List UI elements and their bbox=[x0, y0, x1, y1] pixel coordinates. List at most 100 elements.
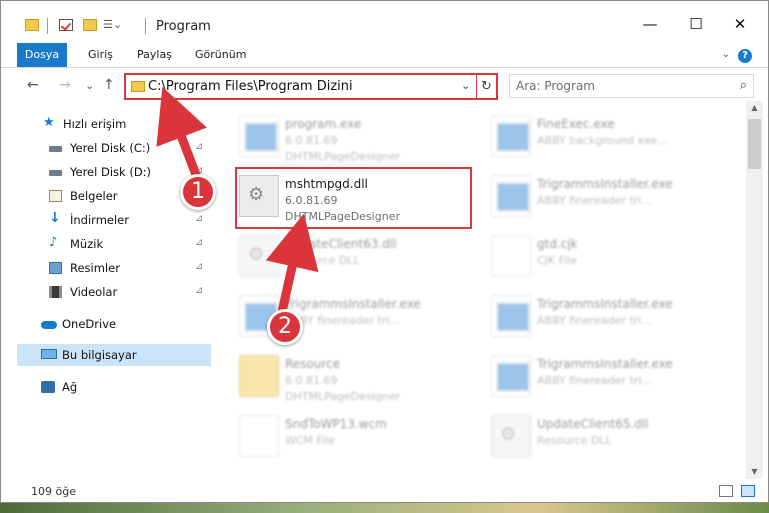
sidebar-item-network[interactable]: Ağ bbox=[17, 376, 211, 398]
file-item[interactable]: UpdateClient63.dll Resource DLL bbox=[229, 227, 479, 287]
search-box[interactable]: ⌕ bbox=[509, 74, 754, 98]
search-icon[interactable]: ⌕ bbox=[740, 78, 747, 93]
file-list: program.exe 6.0.81.69 DHTMLPageDesigner … bbox=[229, 101, 744, 471]
tab-home[interactable]: Giriş bbox=[88, 43, 113, 67]
sidebar-item-this-pc[interactable]: Bu bilgisayar bbox=[17, 344, 211, 366]
sidebar-item-disk-d[interactable]: Yerel Disk (D:) ⊿ bbox=[17, 161, 211, 183]
file-description: ABBY finereader tri... bbox=[537, 374, 652, 387]
sidebar-item-music[interactable]: ♪ Müzik ⊿ bbox=[17, 233, 211, 255]
sidebar-item-videos[interactable]: Videolar ⊿ bbox=[17, 281, 211, 303]
exe-icon bbox=[491, 295, 531, 337]
file-name: SndToWP13.wcm bbox=[285, 417, 387, 431]
file-item[interactable]: TrigrammsInstaller.exe ABBY finereader t… bbox=[481, 287, 731, 347]
network-icon bbox=[41, 381, 55, 393]
file-name: TrigrammsInstaller.exe bbox=[537, 297, 673, 311]
tiles-view-icon[interactable] bbox=[741, 485, 755, 497]
close-button[interactable]: ✕ bbox=[725, 11, 755, 37]
recent-locations-button[interactable]: ⌄ bbox=[85, 79, 94, 92]
file-icon bbox=[491, 235, 531, 277]
sidebar-item-onedrive[interactable]: OneDrive bbox=[17, 313, 211, 335]
address-path[interactable]: C:\Program Files\Program Dizini bbox=[148, 79, 353, 94]
forward-button[interactable]: → bbox=[59, 77, 71, 93]
file-item[interactable]: UpdateClient65.dll Resource DLL bbox=[481, 407, 731, 467]
file-description: DHTMLPageDesigner bbox=[285, 390, 400, 403]
pin-icon[interactable]: ⊿ bbox=[195, 213, 203, 224]
folder-icon bbox=[131, 81, 145, 92]
highlight-box bbox=[235, 167, 472, 229]
up-button[interactable]: ↑ bbox=[103, 77, 115, 93]
file-item[interactable]: TrigrammsInstaller.exe ABBY finereader t… bbox=[481, 347, 731, 407]
cloud-icon bbox=[41, 321, 57, 329]
scroll-down-icon[interactable]: ▼ bbox=[746, 465, 763, 479]
sidebar-item-pictures[interactable]: Resimler ⊿ bbox=[17, 257, 211, 279]
scroll-thumb[interactable] bbox=[748, 119, 761, 169]
window-title: Program bbox=[156, 19, 211, 34]
file-item[interactable]: SndToWP13.wcm WCM File bbox=[229, 407, 479, 467]
scroll-up-icon[interactable]: ▲ bbox=[746, 101, 763, 115]
help-icon[interactable]: ? bbox=[738, 49, 752, 63]
file-name: TrigrammsInstaller.exe bbox=[285, 297, 421, 311]
file-name: UpdateClient65.dll bbox=[537, 417, 649, 431]
file-item[interactable]: gtd.cjk CJK File bbox=[481, 227, 731, 287]
properties-icon[interactable] bbox=[59, 19, 73, 31]
file-version: 6.0.81.69 bbox=[285, 134, 338, 147]
address-bar[interactable]: C:\Program Files\Program Dizini ⌄ ↻ bbox=[124, 73, 498, 100]
pin-icon[interactable]: ⊿ bbox=[195, 237, 203, 248]
file-description: ABBY finereader tri... bbox=[537, 314, 652, 327]
file-item[interactable]: TrigrammsInstaller.exe ABBY finereader t… bbox=[481, 167, 731, 227]
step-badge-1: 1 bbox=[180, 174, 216, 210]
folder-icon bbox=[239, 355, 279, 397]
divider bbox=[1, 67, 768, 68]
tab-file[interactable]: Dosya bbox=[17, 43, 67, 67]
file-description: ABBY finereader tri... bbox=[537, 194, 652, 207]
tab-view[interactable]: Görünüm bbox=[195, 43, 246, 67]
back-button[interactable]: ← bbox=[27, 77, 39, 93]
file-description: CJK File bbox=[537, 254, 578, 267]
file-item[interactable]: TrigrammsInstaller.exe ABBY finereader t… bbox=[229, 287, 479, 347]
pin-icon[interactable]: ⊿ bbox=[195, 261, 203, 272]
star-icon: ★ bbox=[43, 115, 55, 130]
file-item[interactable]: FineExec.exe ABBY background exe... bbox=[481, 107, 731, 167]
vertical-scrollbar[interactable]: ▲ ▼ bbox=[746, 101, 763, 479]
sidebar-item-label: Bu bilgisayar bbox=[62, 348, 137, 362]
drive-icon bbox=[49, 146, 62, 152]
sidebar-item-label: Yerel Disk (C:) bbox=[70, 141, 151, 155]
file-name: UpdateClient63.dll bbox=[285, 237, 397, 251]
sidebar-item-quick-access[interactable]: ★ Hızlı erişim bbox=[17, 113, 211, 135]
sidebar-item-disk-c[interactable]: Yerel Disk (C:) ⊿ bbox=[17, 137, 211, 159]
chevron-down-icon[interactable]: ⌄ bbox=[461, 79, 470, 92]
pin-icon[interactable]: ⊿ bbox=[195, 141, 203, 152]
navigation-pane: ★ Hızlı erişim Yerel Disk (C:) ⊿ Yerel D… bbox=[17, 109, 211, 479]
exe-icon bbox=[491, 115, 531, 157]
dll-icon bbox=[491, 415, 531, 457]
sidebar-item-label: İndirmeler bbox=[70, 213, 129, 227]
ribbon-tabs: Dosya Giriş Paylaş Görünüm ⌄ ? bbox=[1, 43, 768, 67]
exe-icon bbox=[491, 355, 531, 397]
download-icon: ↓ bbox=[49, 210, 61, 226]
sidebar-item-label: Belgeler bbox=[70, 189, 118, 203]
search-input[interactable] bbox=[516, 78, 716, 94]
chevron-down-icon[interactable]: ⌄ bbox=[722, 49, 730, 60]
item-count: 109 öğe bbox=[31, 485, 76, 498]
details-view-icon[interactable] bbox=[719, 485, 733, 497]
customize-toolbar-icon[interactable]: ☰⌄ bbox=[103, 18, 122, 31]
sidebar-item-label: Hızlı erişim bbox=[63, 117, 127, 131]
pin-icon[interactable]: ⊿ bbox=[195, 285, 203, 296]
videos-icon bbox=[49, 286, 62, 298]
file-item[interactable]: Resource 6.0.81.69 DHTMLPageDesigner bbox=[229, 347, 479, 407]
file-item[interactable]: program.exe 6.0.81.69 DHTMLPageDesigner bbox=[229, 107, 479, 167]
file-description: ABBY background exe... bbox=[537, 134, 668, 147]
file-name: FineExec.exe bbox=[537, 117, 615, 131]
tab-share[interactable]: Paylaş bbox=[137, 43, 172, 67]
file-name: gtd.cjk bbox=[537, 237, 578, 251]
minimize-button[interactable]: — bbox=[635, 11, 665, 37]
file-name: TrigrammsInstaller.exe bbox=[537, 177, 673, 191]
refresh-button[interactable]: ↻ bbox=[476, 75, 496, 98]
sidebar-item-label: Videolar bbox=[70, 285, 118, 299]
sidebar-item-label: Müzik bbox=[70, 237, 104, 251]
maximize-button[interactable]: ☐ bbox=[681, 11, 711, 37]
music-icon: ♪ bbox=[49, 235, 58, 250]
new-folder-icon[interactable] bbox=[83, 19, 97, 31]
sidebar-item-downloads[interactable]: ↓ İndirmeler ⊿ bbox=[17, 209, 211, 231]
file-description: Resource DLL bbox=[537, 434, 612, 447]
